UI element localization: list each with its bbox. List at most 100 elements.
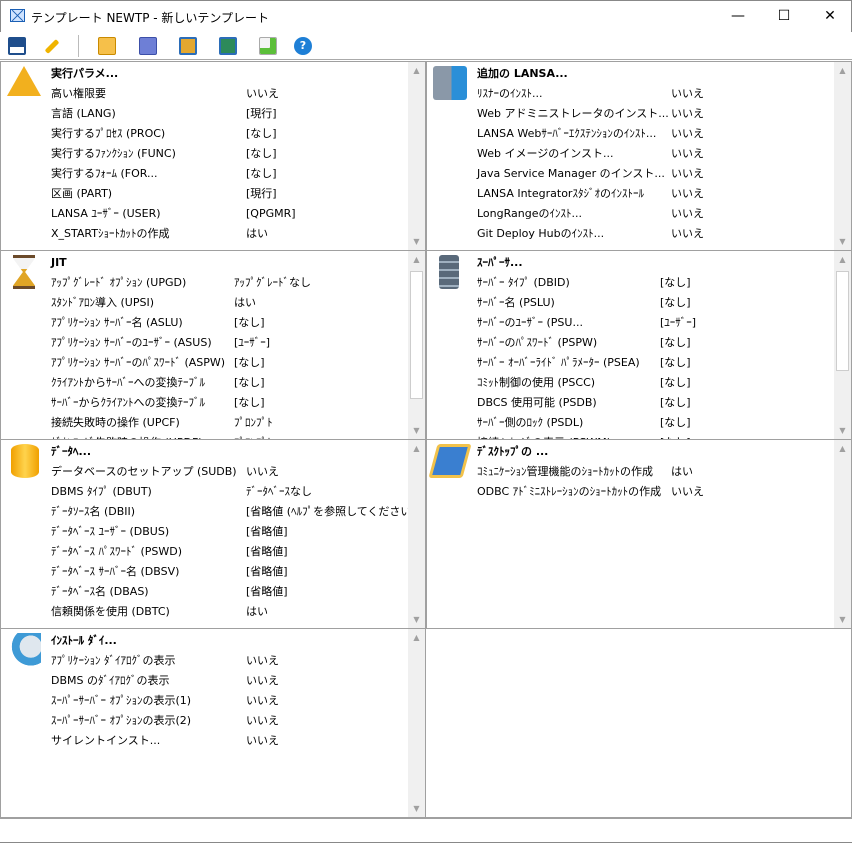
list-item[interactable]: ODBC ｱﾄﾞﾐﾆｽﾄﾚｰｼｮﾝのｼｮｰﾄｶｯﾄの作成 いいえ (477, 482, 831, 502)
list-item[interactable]: ｻｰﾊﾞｰからｸﾗｲｱﾝﾄへの変換ﾃｰﾌﾞﾙ [なし] (51, 393, 405, 413)
window-title: テンプレート NEWTP - 新しいテンプレート (31, 11, 270, 25)
list-item[interactable]: DBCS 使用可能 (PSDB) [なし] (477, 393, 831, 413)
setting-value: いいえ (246, 654, 279, 667)
list-item[interactable]: Web アドミニストレータのインスト... いいえ (477, 104, 831, 124)
vertical-scrollbar[interactable]: ▲ ▼ (408, 62, 425, 250)
list-item[interactable]: サイレントインスト... いいえ (51, 731, 405, 751)
list-item[interactable]: ｻｰﾊﾞｰのﾕｰｻﾞｰ (PSU... [ﾕｰｻﾞｰ] (477, 313, 831, 333)
list-item[interactable]: LANSA Integratorｽﾀｼﾞｵのｲﾝｽﾄｰﾙ いいえ (477, 184, 831, 204)
setting-label: 区画 (PART) (51, 187, 113, 200)
run-icon[interactable] (219, 37, 237, 55)
minimize-button[interactable]: — (715, 1, 761, 32)
list-item[interactable]: データベースのセットアップ (SUDB) いいえ (51, 462, 405, 482)
panel-title: ｽｰﾊﾟｰｻ... (477, 256, 523, 269)
image-icon[interactable] (179, 37, 197, 55)
list-item[interactable]: LANSA ﾕｰｻﾞｰ (USER) [QPGMR] (51, 204, 405, 224)
list-item[interactable]: ｽﾀﾝﾄﾞｱﾛﾝ導入 (UPSI) はい (51, 293, 405, 313)
setting-label: Git Deploy Hubのｲﾝｽﾄ... (477, 227, 605, 240)
setting-value: [QPGMR] (246, 207, 296, 220)
list-item[interactable]: ｺﾐｭﾆｹｰｼｮﾝ管理機能のｼｮｰﾄｶｯﾄの作成 はい (477, 462, 831, 482)
maximize-button[interactable]: ☐ (761, 1, 807, 32)
scroll-down-arrow-icon[interactable]: ▼ (834, 611, 851, 628)
list-item[interactable]: ｻｰﾊﾞｰ名 (PSLU) [なし] (477, 293, 831, 313)
setting-label: 高い権限要 (51, 87, 106, 100)
setting-label: 言語 (LANG) (51, 107, 116, 120)
list-item[interactable]: ｱﾌﾟﾘｹｰｼｮﾝ ﾀﾞｲｱﾛｸﾞの表示 いいえ (51, 651, 405, 671)
list-item[interactable]: 実行するﾌﾟﾛｾｽ (PROC) [なし] (51, 124, 405, 144)
list-item[interactable]: ﾘｽﾅｰのｲﾝｽﾄ... いいえ (477, 84, 831, 104)
setting-value: はい (234, 296, 256, 309)
scroll-up-arrow-icon[interactable]: ▲ (408, 62, 425, 79)
setting-value: [なし] (660, 276, 691, 289)
list-item[interactable]: DBMS ﾀｲﾌﾟ (DBUT) ﾃﾞｰﾀﾍﾞｰｽなし (51, 482, 405, 502)
list-item[interactable]: X_STARTｼｮｰﾄｶｯﾄの作成 はい (51, 224, 405, 244)
list-item[interactable]: ｱﾌﾟﾘｹｰｼｮﾝ ｻｰﾊﾞｰのﾊﾟｽﾜｰﾄﾞ (ASPW) [なし] (51, 353, 405, 373)
new-document-icon[interactable] (259, 37, 277, 55)
scrollbar-thumb[interactable] (836, 271, 849, 371)
scroll-down-arrow-icon[interactable]: ▼ (408, 233, 425, 250)
list-item[interactable]: 言語 (LANG) [現行] (51, 104, 405, 124)
list-item[interactable]: ｱﾌﾟﾘｹｰｼｮﾝ ｻｰﾊﾞｰのﾕｰｻﾞｰ (ASUS) [ﾕｰｻﾞｰ] (51, 333, 405, 353)
scroll-down-arrow-icon[interactable]: ▼ (408, 422, 425, 439)
scroll-up-arrow-icon[interactable]: ▲ (408, 251, 425, 268)
list-item[interactable]: ｻｰﾊﾞｰ ﾀｲﾌﾟ (DBID) [なし] (477, 273, 831, 293)
vertical-scrollbar[interactable]: ▲ ▼ (408, 440, 425, 628)
setting-value: [省略値] (246, 565, 288, 578)
scroll-up-arrow-icon[interactable]: ▲ (408, 440, 425, 457)
vertical-scrollbar[interactable]: ▲ ▼ (834, 440, 851, 628)
list-item[interactable]: ｺﾐｯﾄ制御の使用 (PSCC) [なし] (477, 373, 831, 393)
list-item[interactable]: DBMS のﾀﾞｲｱﾛｸﾞの表示 いいえ (51, 671, 405, 691)
close-button[interactable]: ✕ (807, 1, 852, 32)
list-item[interactable]: ｻｰﾊﾞｰ側のﾛｯｸ (PSDL) [なし] (477, 413, 831, 433)
browse-folder-icon[interactable] (98, 37, 116, 55)
list-item[interactable]: ｻｰﾊﾞｰ ｵｰﾊﾞｰﾗｲﾄﾞ ﾊﾟﾗﾒｰﾀｰ (PSEA) [なし] (477, 353, 831, 373)
list-item[interactable]: ｱｯﾌﾟｸﾞﾚｰﾄﾞ ｵﾌﾟｼｮﾝ (UPGD) ｱｯﾌﾟｸﾞﾚｰﾄﾞなし (51, 273, 405, 293)
pencil-icon[interactable] (44, 39, 60, 54)
settings-icon[interactable] (139, 37, 157, 55)
scroll-up-arrow-icon[interactable]: ▲ (834, 62, 851, 79)
list-item[interactable]: ﾃﾞｰﾀﾍﾞｰｽ ｻｰﾊﾞｰ名 (DBSV) [省略値] (51, 562, 405, 582)
scroll-up-arrow-icon[interactable]: ▲ (834, 440, 851, 457)
scrollbar-thumb[interactable] (410, 271, 423, 399)
list-item[interactable]: 実行するﾌｧﾝｸｼｮﾝ (FUNC) [なし] (51, 144, 405, 164)
vertical-scrollbar[interactable]: ▲ ▼ (408, 629, 425, 817)
vertical-scrollbar[interactable]: ▲ ▼ (408, 251, 425, 439)
list-item[interactable]: ﾃﾞｰﾀｿｰｽ名 (DBII) [省略値 (ﾍﾙﾌﾟを参照してください)] (51, 502, 420, 522)
vertical-scrollbar[interactable]: ▲ ▼ (834, 62, 851, 250)
scroll-up-arrow-icon[interactable]: ▲ (834, 251, 851, 268)
list-item[interactable]: ﾃﾞｰﾀﾍﾞｰｽ ﾊﾟｽﾜｰﾄﾞ (PSWD) [省略値] (51, 542, 405, 562)
list-item[interactable]: Git Deploy Hubのｲﾝｽﾄ... いいえ (477, 224, 831, 244)
list-item[interactable]: ｻｰﾊﾞｰのﾊﾟｽﾜｰﾄﾞ (PSPW) [なし] (477, 333, 831, 353)
list-item[interactable]: LongRangeのｲﾝｽﾄ... いいえ (477, 204, 831, 224)
panel-warning: 実行パラメ... 高い権限要 いいえ 言語 (LANG) [現行] 実行するﾌﾟﾛｾｽ (… (0, 61, 426, 251)
help-icon[interactable]: ? (294, 37, 312, 55)
scroll-down-arrow-icon[interactable]: ▼ (408, 800, 425, 817)
list-item[interactable]: 接続失敗時の操作 (UPCF) ﾌﾟﾛﾝﾌﾟﾄ (51, 413, 405, 433)
list-item[interactable]: 信頼関係を使用 (DBTC) はい (51, 602, 405, 622)
list-item[interactable]: Java Service Manager のインスト... いいえ (477, 164, 831, 184)
list-item[interactable]: ｸﾗｲｱﾝﾄからｻｰﾊﾞｰへの変換ﾃｰﾌﾞﾙ [なし] (51, 373, 405, 393)
setting-value: [省略値 (ﾍﾙﾌﾟを参照してください)] (246, 505, 421, 518)
list-item[interactable]: 区画 (PART) [現行] (51, 184, 405, 204)
list-item[interactable]: ｱﾌﾟﾘｹｰｼｮﾝ ｻｰﾊﾞｰ名 (ASLU) [なし] (51, 313, 405, 333)
setting-label: ｱｯﾌﾟｸﾞﾚｰﾄﾞ ｵﾌﾟｼｮﾝ (UPGD) (51, 276, 187, 289)
setting-label: 実行するﾌｧﾝｸｼｮﾝ (FUNC) (51, 147, 176, 160)
save-icon[interactable] (8, 37, 26, 55)
list-item[interactable]: LANSA Webｻｰﾊﾞｰｴｸｽﾃﾝｼｮﾝのｲﾝｽﾄ... いいえ (477, 124, 831, 144)
setting-label: ﾃﾞｰﾀｿｰｽ名 (DBII) (51, 505, 136, 518)
list-item[interactable]: 高い権限要 いいえ (51, 84, 405, 104)
list-item[interactable]: ﾃﾞｰﾀﾍﾞｰｽ名 (DBAS) [省略値] (51, 582, 405, 602)
list-item[interactable]: ｽｰﾊﾟｰｻｰﾊﾞｰ ｵﾌﾟｼｮﾝの表示(2) いいえ (51, 711, 405, 731)
scroll-down-arrow-icon[interactable]: ▼ (408, 611, 425, 628)
setting-value: いいえ (671, 87, 704, 100)
scroll-down-arrow-icon[interactable]: ▼ (834, 422, 851, 439)
setting-label: ｱﾌﾟﾘｹｰｼｮﾝ ｻｰﾊﾞｰ名 (ASLU) (51, 316, 183, 329)
list-item[interactable]: ﾃﾞｰﾀﾍﾞｰｽ ﾕｰｻﾞｰ (DBUS) [省略値] (51, 522, 405, 542)
vertical-scrollbar[interactable]: ▲ ▼ (834, 251, 851, 439)
scroll-down-arrow-icon[interactable]: ▼ (834, 233, 851, 250)
list-item[interactable]: ｽｰﾊﾟｰｻｰﾊﾞｰ ｵﾌﾟｼｮﾝの表示(1) いいえ (51, 691, 405, 711)
list-item[interactable]: 実行するﾌｫｰﾑ (FOR... [なし] (51, 164, 405, 184)
toolbar-separator (78, 35, 79, 57)
list-item[interactable]: Web イメージのインスト... いいえ (477, 144, 831, 164)
scroll-up-arrow-icon[interactable]: ▲ (408, 629, 425, 646)
